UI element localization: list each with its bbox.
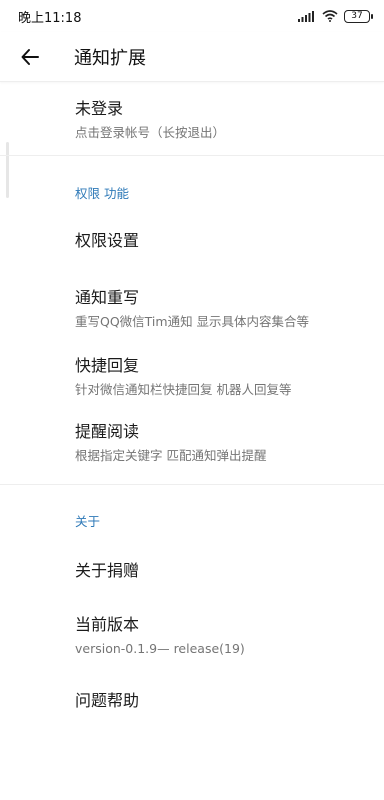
item-subtitle: 根据指定关键字 匹配通知弹出提醒 bbox=[75, 448, 267, 463]
quick-reply-item[interactable]: 快捷回复 针对微信通知栏快捷回复 机器人回复等 bbox=[0, 348, 384, 414]
item-title: 权限设置 bbox=[75, 231, 140, 250]
version-item[interactable]: 当前版本 version-0.1.9— release(19) bbox=[0, 609, 384, 677]
item-title: 提醒阅读 bbox=[75, 422, 140, 441]
status-time: 晚上11:18 bbox=[18, 10, 82, 26]
status-bar: 晚上11:18 37 bbox=[0, 0, 384, 32]
login-subtitle: 点击登录帐号（长按退出） bbox=[75, 125, 226, 140]
section-header-about: 关于 bbox=[75, 514, 101, 529]
notification-rewrite-item[interactable]: 通知重写 重写QQ微信Tim通知 显示具体内容集合等 bbox=[0, 280, 384, 348]
item-title: 通知重写 bbox=[75, 288, 140, 307]
battery-level: 37 bbox=[351, 11, 363, 21]
login-item[interactable]: 未登录 点击登录帐号（长按退出） bbox=[0, 82, 384, 155]
reminder-read-item[interactable]: 提醒阅读 根据指定关键字 匹配通知弹出提醒 bbox=[0, 414, 384, 484]
item-title: 问题帮助 bbox=[75, 691, 140, 710]
section-header-features: 权限 功能 bbox=[75, 186, 129, 201]
app-bar: 通知扩展 bbox=[0, 32, 384, 82]
permission-settings-item[interactable]: 权限设置 bbox=[0, 216, 384, 280]
signal-icon bbox=[298, 11, 314, 22]
version-text: version-0.1.9— release(19) bbox=[75, 641, 245, 656]
login-title: 未登录 bbox=[75, 99, 124, 118]
item-title: 当前版本 bbox=[75, 615, 140, 634]
page-title: 通知扩展 bbox=[74, 47, 146, 69]
wifi-icon bbox=[322, 10, 338, 22]
back-button[interactable] bbox=[0, 32, 60, 82]
settings-list: 未登录 点击登录帐号（长按退出） 权限 功能 权限设置 通知重写 重写QQ微信T… bbox=[0, 82, 384, 737]
battery-icon: 37 bbox=[344, 9, 373, 23]
status-icons: 37 bbox=[298, 9, 373, 23]
item-title: 快捷回复 bbox=[75, 356, 140, 375]
item-subtitle: 针对微信通知栏快捷回复 机器人回复等 bbox=[75, 382, 292, 397]
donate-item[interactable]: 关于捐赠 bbox=[0, 543, 384, 609]
arrow-left-icon bbox=[21, 48, 39, 65]
item-title: 关于捐赠 bbox=[75, 561, 140, 580]
help-item[interactable]: 问题帮助 bbox=[0, 677, 384, 737]
item-subtitle: 重写QQ微信Tim通知 显示具体内容集合等 bbox=[75, 314, 310, 329]
